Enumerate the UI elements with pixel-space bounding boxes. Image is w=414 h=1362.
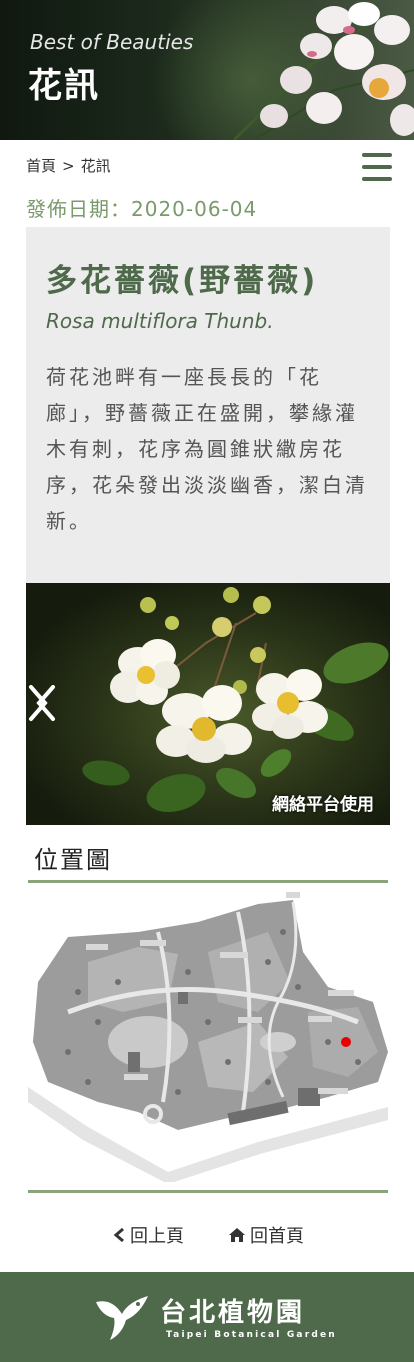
banner-subtitle: Best of Beauties xyxy=(30,30,194,54)
home-link[interactable]: 回首頁 xyxy=(228,1222,304,1248)
chevron-left-icon xyxy=(113,1227,124,1243)
page-title: 花訊 xyxy=(28,66,100,106)
flower-info-card: 多花薔薇(野薔薇) Rosa multiflora Thunb. 荷花池畔有一座… xyxy=(26,227,390,583)
flower-name: 多花薔薇(野薔薇) xyxy=(46,263,319,299)
location-divider-top xyxy=(28,880,388,883)
header-banner: Best of Beauties 花訊 xyxy=(0,0,414,140)
back-link-label: 回上頁 xyxy=(130,1226,184,1247)
breadcrumb-current: 花訊 xyxy=(80,157,111,175)
publish-date-value: 2020-06-04 xyxy=(131,197,258,221)
footer-logo-subtext: Taipei Botanical Garden xyxy=(166,1330,337,1340)
banner-flowers-image xyxy=(232,2,414,140)
back-link[interactable]: 回上頁 xyxy=(112,1222,184,1248)
photo-slider: 網絡平台使用 xyxy=(26,583,390,825)
publish-date: 發佈日期：2020-06-04 xyxy=(26,193,257,222)
flower-latin-name: Rosa multiflora Thunb. xyxy=(46,309,274,333)
page: Best of Beauties 花訊 首頁 > 花訊 發佈日期：2020-06-0… xyxy=(0,0,414,1362)
location-marker xyxy=(341,1037,351,1047)
location-divider-bottom xyxy=(28,1190,388,1193)
hamburger-menu-icon[interactable] xyxy=(362,153,392,181)
breadcrumb-home-link[interactable]: 首頁 xyxy=(26,155,56,176)
publish-date-label: 發佈日期： xyxy=(26,197,131,221)
bird-logo-icon xyxy=(96,1296,148,1340)
photo-credit: 網絡平台使用 xyxy=(272,795,374,815)
home-link-label: 回首頁 xyxy=(250,1226,304,1247)
flower-photo xyxy=(82,587,389,813)
flower-description: 荷花池畔有一座長長的「花廊」，野薔薇正在盛開，攀緣灌木有刺，花序為圓錐狀繖房花序… xyxy=(46,365,368,533)
chevron-right-icon[interactable] xyxy=(26,683,50,723)
footer: 台北植物園 Taipei Botanical Garden xyxy=(0,1272,414,1362)
location-title: 位置圖 xyxy=(34,846,112,874)
home-icon xyxy=(229,1228,245,1242)
breadcrumb: 首頁 > 花訊 xyxy=(26,155,111,176)
footer-logo-text[interactable]: 台北植物園 xyxy=(160,1292,305,1329)
breadcrumb-separator: > xyxy=(62,157,75,175)
location-map xyxy=(28,892,388,1182)
